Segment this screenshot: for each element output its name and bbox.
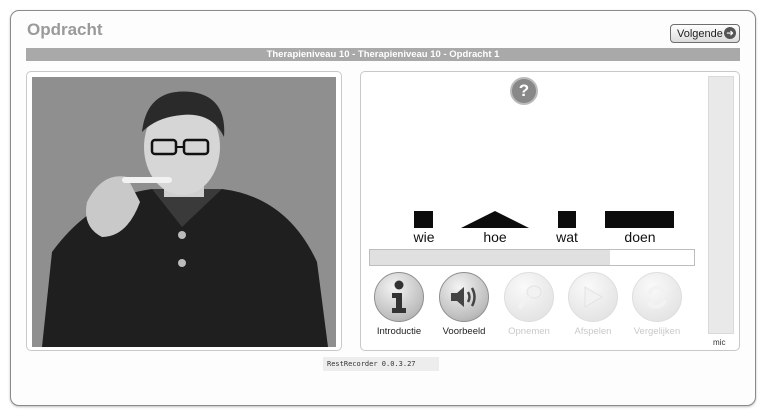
mic-label: mic xyxy=(713,338,726,347)
exercise-panel: ? wie hoe wat doen Introductie Voorbeeld xyxy=(360,71,740,351)
person-illustration xyxy=(32,77,336,347)
video-panel xyxy=(26,71,342,351)
word-wie: wie xyxy=(413,229,435,245)
next-button[interactable]: Volgende ➜ xyxy=(670,24,740,43)
word-hoe: hoe xyxy=(483,229,507,245)
play-button-label: Afspelen xyxy=(574,326,612,337)
help-button[interactable]: ? xyxy=(510,77,538,105)
page-title: Opdracht xyxy=(27,20,103,39)
arrow-right-icon: ➜ xyxy=(724,27,736,39)
level-bar: Therapieniveau 10 - Therapieniveau 10 - … xyxy=(26,48,740,61)
compare-button[interactable]: Vergelijken xyxy=(629,272,685,337)
intro-button[interactable]: Introductie xyxy=(371,272,427,337)
intro-button-label: Introductie xyxy=(376,326,422,337)
word-block-hoe xyxy=(461,211,529,228)
example-button[interactable]: Voorbeeld xyxy=(436,272,492,337)
progress-fill xyxy=(370,250,610,265)
mic-level-meter xyxy=(708,76,734,334)
info-icon xyxy=(392,280,406,313)
record-button-label: Opnemen xyxy=(508,326,550,337)
compare-icon xyxy=(646,285,668,309)
word-block-doen xyxy=(605,211,674,228)
record-button[interactable]: Opnemen xyxy=(501,272,557,337)
microphone-icon xyxy=(517,285,542,310)
word-doen: doen xyxy=(624,229,656,245)
example-button-label: Voorbeeld xyxy=(442,326,486,337)
word-block-wie xyxy=(414,211,433,228)
next-button-label: Volgende xyxy=(677,27,723,40)
play-icon xyxy=(584,286,603,308)
progress-bar xyxy=(369,249,695,266)
speaker-photo xyxy=(32,77,336,347)
word-wat: wat xyxy=(556,229,578,245)
version-label: RestRecorder 0.0.3.27 xyxy=(323,357,439,371)
play-button[interactable]: Afspelen xyxy=(565,272,621,337)
compare-button-label: Vergelijken xyxy=(633,326,681,337)
word-block-wat xyxy=(558,211,576,228)
speaker-icon xyxy=(451,287,476,307)
